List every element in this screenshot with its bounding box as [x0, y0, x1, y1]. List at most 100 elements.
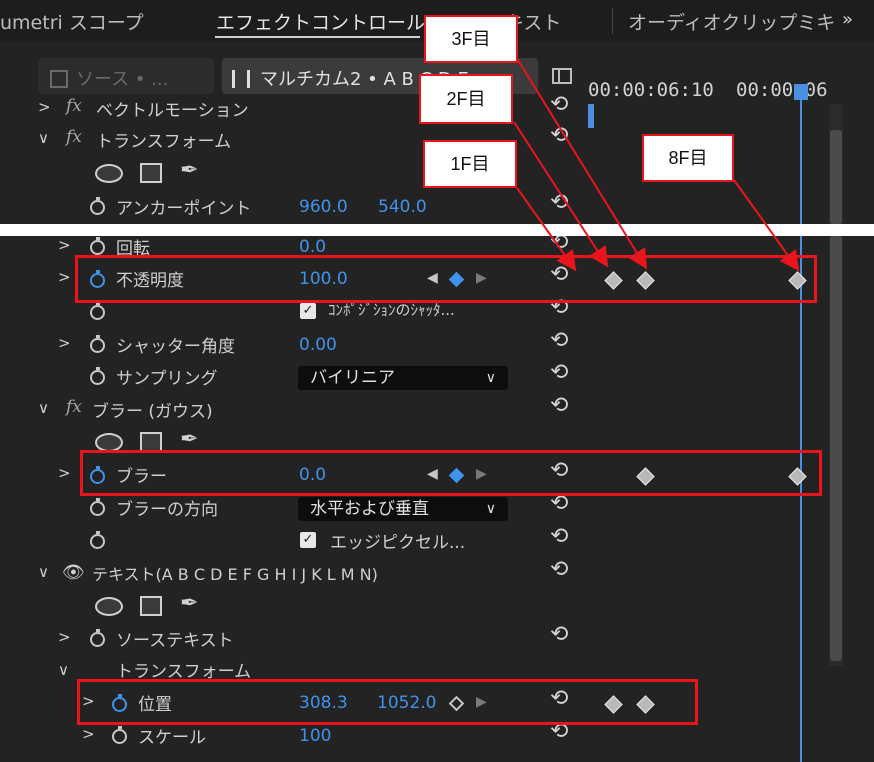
ellipse-mask-icon[interactable] [95, 164, 123, 183]
anchor-point-label: アンカーポイント [116, 199, 252, 219]
row-text-mask-tools: ✒ [0, 591, 590, 624]
sampling-label: サンプリング [116, 369, 218, 389]
expand-chevron-icon[interactable]: > [38, 98, 51, 116]
expand-chevron-icon[interactable]: > [58, 464, 71, 482]
reset-icon[interactable]: ⟲ [550, 524, 568, 549]
text-layer-label: テキスト(A B C D E F G H I J K L M N) [92, 565, 378, 584]
visibility-eye-icon[interactable]: 👁 [62, 562, 85, 583]
repeat-edge-pixels-checkbox[interactable]: ✓ [300, 532, 316, 548]
collapse-chevron-icon[interactable]: ∨ [38, 129, 49, 147]
pen-mask-icon[interactable]: ✒ [180, 591, 198, 616]
timecode-right: 00:00:06 [736, 79, 828, 101]
reset-icon[interactable]: ⟲ [550, 92, 568, 117]
scrollbar-thumb[interactable] [830, 130, 842, 224]
collapse-chevron-icon[interactable]: ∨ [38, 563, 49, 581]
rectangle-mask-icon[interactable] [140, 432, 162, 452]
stopwatch-icon[interactable] [90, 531, 105, 549]
timecode-left: 00:00:06:10 [588, 79, 714, 101]
multicam-icon [232, 70, 250, 88]
tab-divider [612, 8, 613, 34]
tab-overflow-icon[interactable]: » [842, 9, 853, 30]
collapse-chevron-icon[interactable]: ∨ [58, 661, 69, 679]
row-scale: > スケール 100 ⟲ [0, 719, 590, 753]
rectangle-mask-icon[interactable] [140, 596, 162, 616]
shutter-angle-label: シャッター角度 [116, 337, 235, 357]
collapse-chevron-icon[interactable]: ∨ [38, 399, 49, 417]
row-source-text: > ソーステキスト ⟲ [0, 622, 590, 656]
rotation-value[interactable]: 0.0 [299, 237, 326, 257]
row-anchor-point: アンカーポイント 960.0 540.0 ⟲ [0, 190, 590, 224]
tab-effect-controls[interactable]: エフェクトコントロール [216, 8, 425, 35]
blur-direction-value: 水平および垂直 [310, 499, 429, 519]
callout-3f: 3F目 [424, 15, 518, 63]
row-edge-pixels: ✓ エッジピクセル... ⟲ [0, 524, 590, 558]
reset-icon[interactable]: ⟲ [550, 393, 568, 418]
pen-mask-icon[interactable]: ✒ [180, 158, 198, 183]
expand-chevron-icon[interactable]: > [58, 334, 71, 352]
fx-icon[interactable]: fx [66, 127, 82, 147]
reset-icon[interactable]: ⟲ [550, 557, 568, 582]
toggle-timeline-view-icon[interactable] [552, 68, 572, 84]
callout-1f: 1F目 [423, 140, 517, 188]
vector-motion-label: ベクトルモーション [96, 101, 249, 121]
row-text-layer: ∨ 👁 テキスト(A B C D E F G H I J K L M N) ⟲ [0, 557, 590, 591]
reset-icon[interactable]: ⟲ [550, 190, 568, 215]
playhead-line [800, 236, 802, 762]
source-text-label: ソーステキスト [116, 631, 234, 651]
blur-direction-label: ブラーの方向 [116, 500, 218, 520]
expand-chevron-icon[interactable]: > [82, 725, 95, 743]
expand-chevron-icon[interactable]: > [58, 268, 71, 286]
blur-highlight-box [80, 450, 822, 496]
sampling-dropdown[interactable]: バイリニア ∨ [298, 366, 508, 390]
expand-chevron-icon[interactable]: > [58, 628, 71, 646]
callout-2f: 2F目 [419, 74, 513, 124]
expand-chevron-icon[interactable]: > [58, 236, 71, 254]
anchor-x-value[interactable]: 960.0 [299, 197, 348, 217]
edge-pixels-label: エッジピクセル... [330, 533, 466, 553]
row-gaussian-blur: ∨ fx ブラー (ガウス) ⟲ [0, 393, 590, 427]
active-tab-indicator [215, 36, 420, 38]
source-clip-button[interactable]: ソース • ... [38, 58, 214, 94]
scale-label: スケール [138, 728, 206, 748]
tab-audio-clip-mixer[interactable]: オーディオクリップミキ [628, 8, 835, 35]
reset-icon[interactable]: ⟲ [550, 236, 568, 255]
stopwatch-icon[interactable] [90, 237, 105, 255]
transform-label: トランスフォーム [96, 132, 232, 152]
stopwatch-icon[interactable] [112, 726, 127, 744]
pen-mask-icon[interactable]: ✒ [180, 427, 198, 452]
source-grid-icon [50, 70, 68, 88]
scrollbar-thumb[interactable] [830, 236, 842, 661]
stopwatch-icon[interactable] [90, 302, 105, 320]
stopwatch-icon[interactable] [90, 335, 105, 353]
position-highlight-box [77, 679, 698, 725]
row-blur-direction: ブラーの方向 水平および垂直 ∨ ⟲ [0, 491, 590, 525]
shutter-angle-value[interactable]: 0.00 [299, 335, 337, 355]
reset-icon[interactable]: ⟲ [550, 123, 568, 148]
chevron-down-icon: ∨ [485, 501, 496, 517]
ellipse-mask-icon[interactable] [95, 597, 123, 616]
fx-icon[interactable]: fx [66, 397, 82, 417]
blur-direction-dropdown[interactable]: 水平および垂直 ∨ [298, 497, 508, 521]
chevron-down-icon: ∨ [485, 370, 496, 386]
scale-value[interactable]: 100 [299, 726, 331, 746]
reset-icon[interactable]: ⟲ [550, 622, 568, 647]
row-shutter-angle: > シャッター角度 0.00 ⟲ [0, 328, 590, 362]
row-sampling: サンプリング バイリニア ∨ ⟲ [0, 360, 590, 394]
gaussian-blur-label: ブラー (ガウス) [92, 402, 213, 422]
anchor-y-value[interactable]: 540.0 [378, 197, 427, 217]
stopwatch-icon[interactable] [90, 629, 105, 647]
row-composite-shutter: ✓ ｺﾝﾎﾟｼﾞｼｮﾝのｼｬｯﾀ... ⟲ [0, 295, 590, 329]
stopwatch-icon[interactable] [90, 197, 105, 215]
reset-icon[interactable]: ⟲ [550, 328, 568, 353]
composite-shutter-checkbox[interactable]: ✓ [300, 303, 316, 319]
fx-icon[interactable]: fx [66, 96, 82, 116]
sampling-dropdown-value: バイリニア [310, 368, 395, 388]
playhead-line [800, 96, 802, 224]
stopwatch-icon[interactable] [90, 367, 105, 385]
reset-icon[interactable]: ⟲ [550, 360, 568, 385]
tab-lumetri-scopes[interactable]: umetri スコープ [0, 8, 144, 35]
opacity-highlight-box [75, 255, 817, 303]
stopwatch-icon[interactable] [90, 498, 105, 516]
rectangle-mask-icon[interactable] [140, 163, 162, 183]
source-clip-label: ソース • ... [76, 69, 169, 90]
